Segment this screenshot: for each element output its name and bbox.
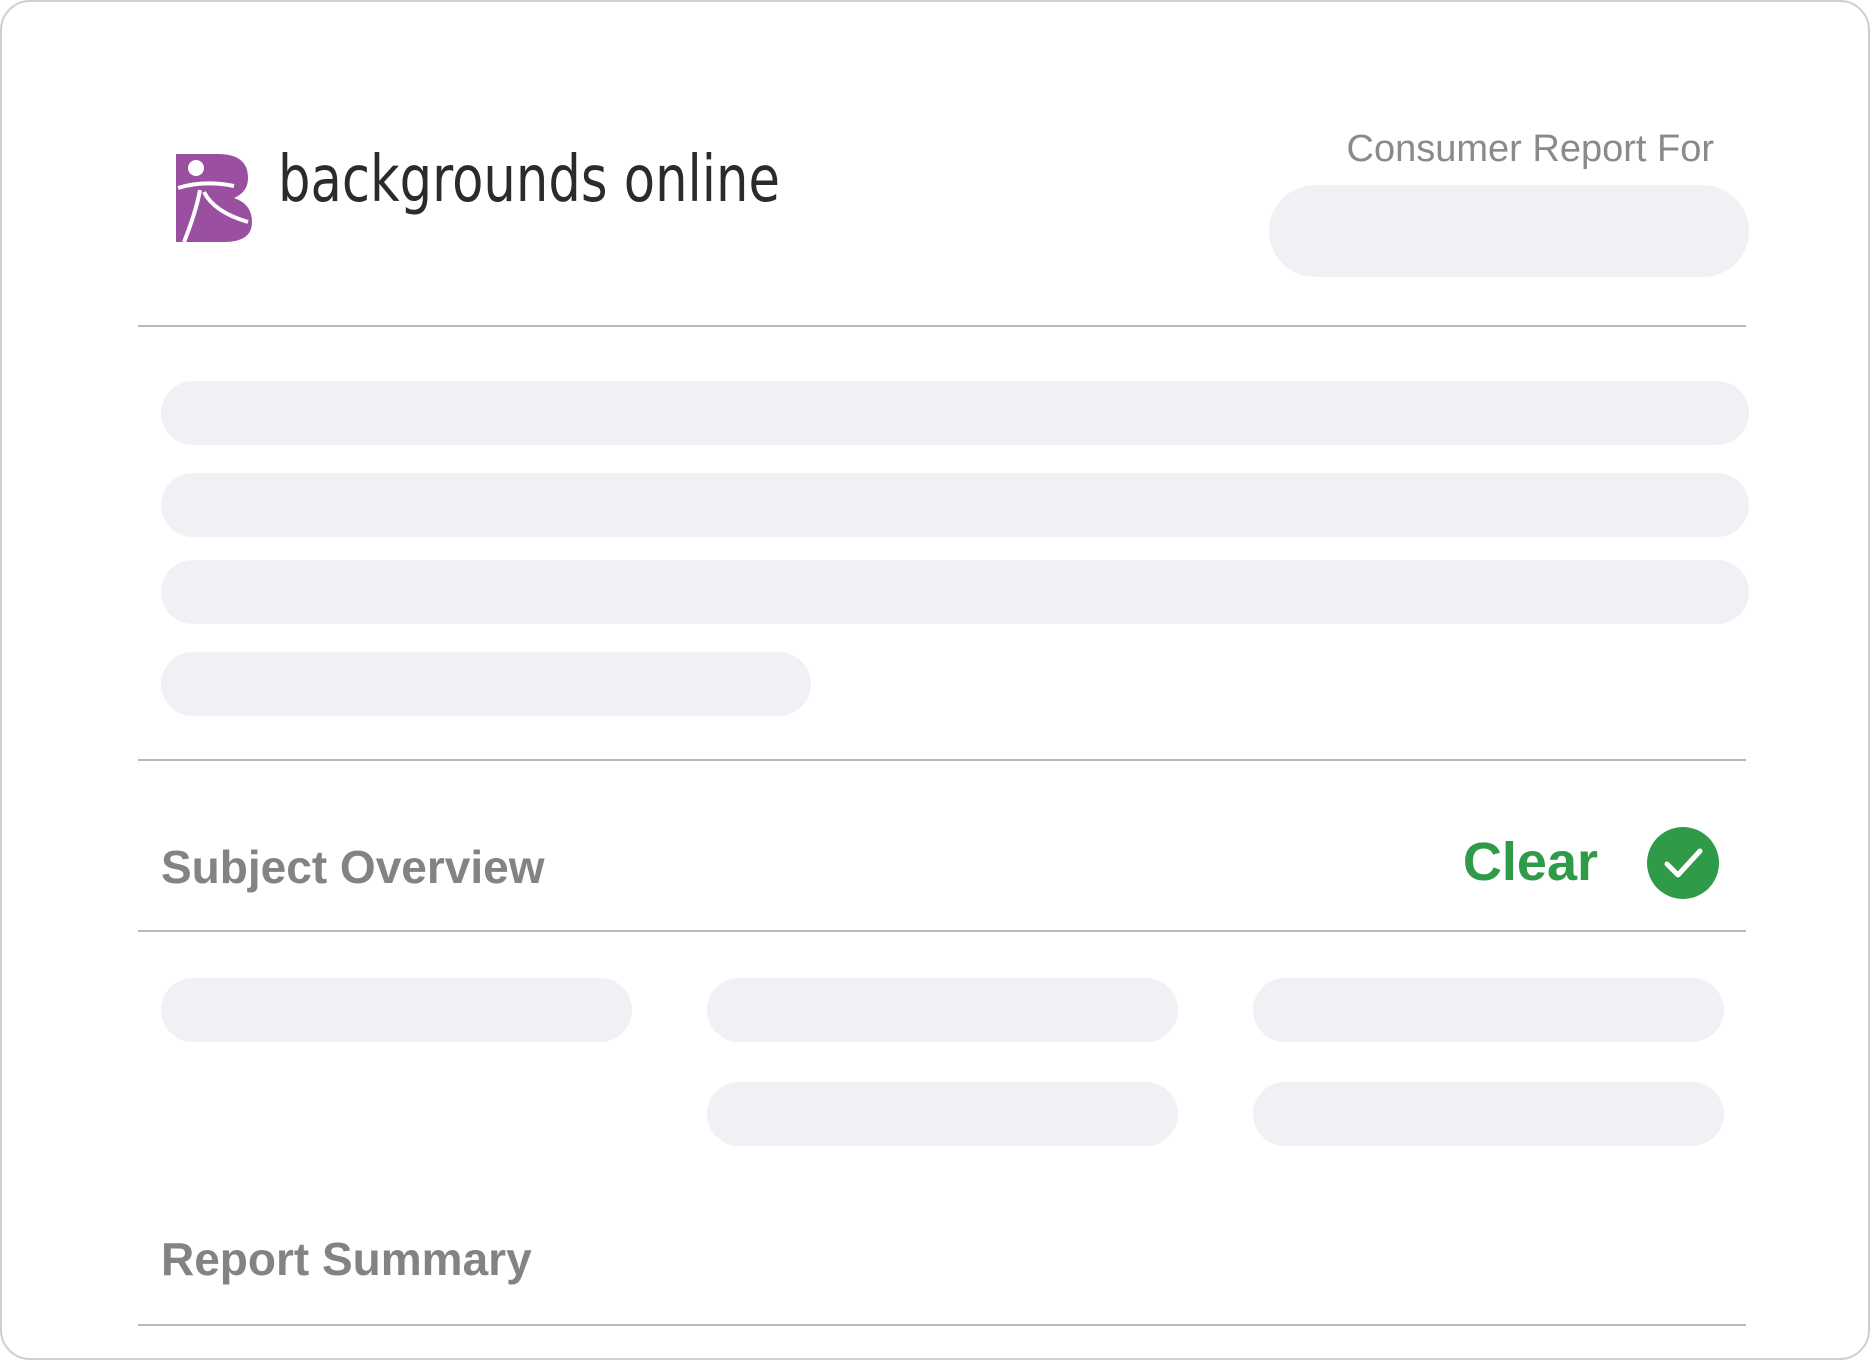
placeholder-line [161, 652, 811, 716]
check-circle-icon [1647, 827, 1719, 899]
overview-field-placeholder [707, 978, 1178, 1042]
subject-overview-title: Subject Overview [161, 841, 545, 893]
report-card: backgrounds online Consumer Report For S… [0, 0, 1870, 1360]
backgrounds-online-logo-icon [176, 154, 252, 243]
placeholder-line [161, 560, 1749, 624]
divider [138, 759, 1746, 761]
placeholder-line [161, 473, 1749, 537]
report-summary-title: Report Summary [161, 1233, 532, 1285]
placeholder-line [161, 381, 1749, 445]
consumer-name-placeholder [1269, 185, 1749, 277]
divider [138, 1324, 1746, 1326]
status-badge: Clear [1462, 832, 1598, 892]
overview-field-placeholder [1253, 978, 1724, 1042]
report-for-label: Consumer Report For [1346, 128, 1714, 170]
divider [138, 325, 1746, 327]
overview-field-placeholder [1253, 1082, 1724, 1146]
divider [138, 930, 1746, 932]
overview-field-placeholder [707, 1082, 1178, 1146]
overview-field-placeholder [161, 978, 632, 1042]
brand-name: backgrounds online [278, 143, 780, 217]
